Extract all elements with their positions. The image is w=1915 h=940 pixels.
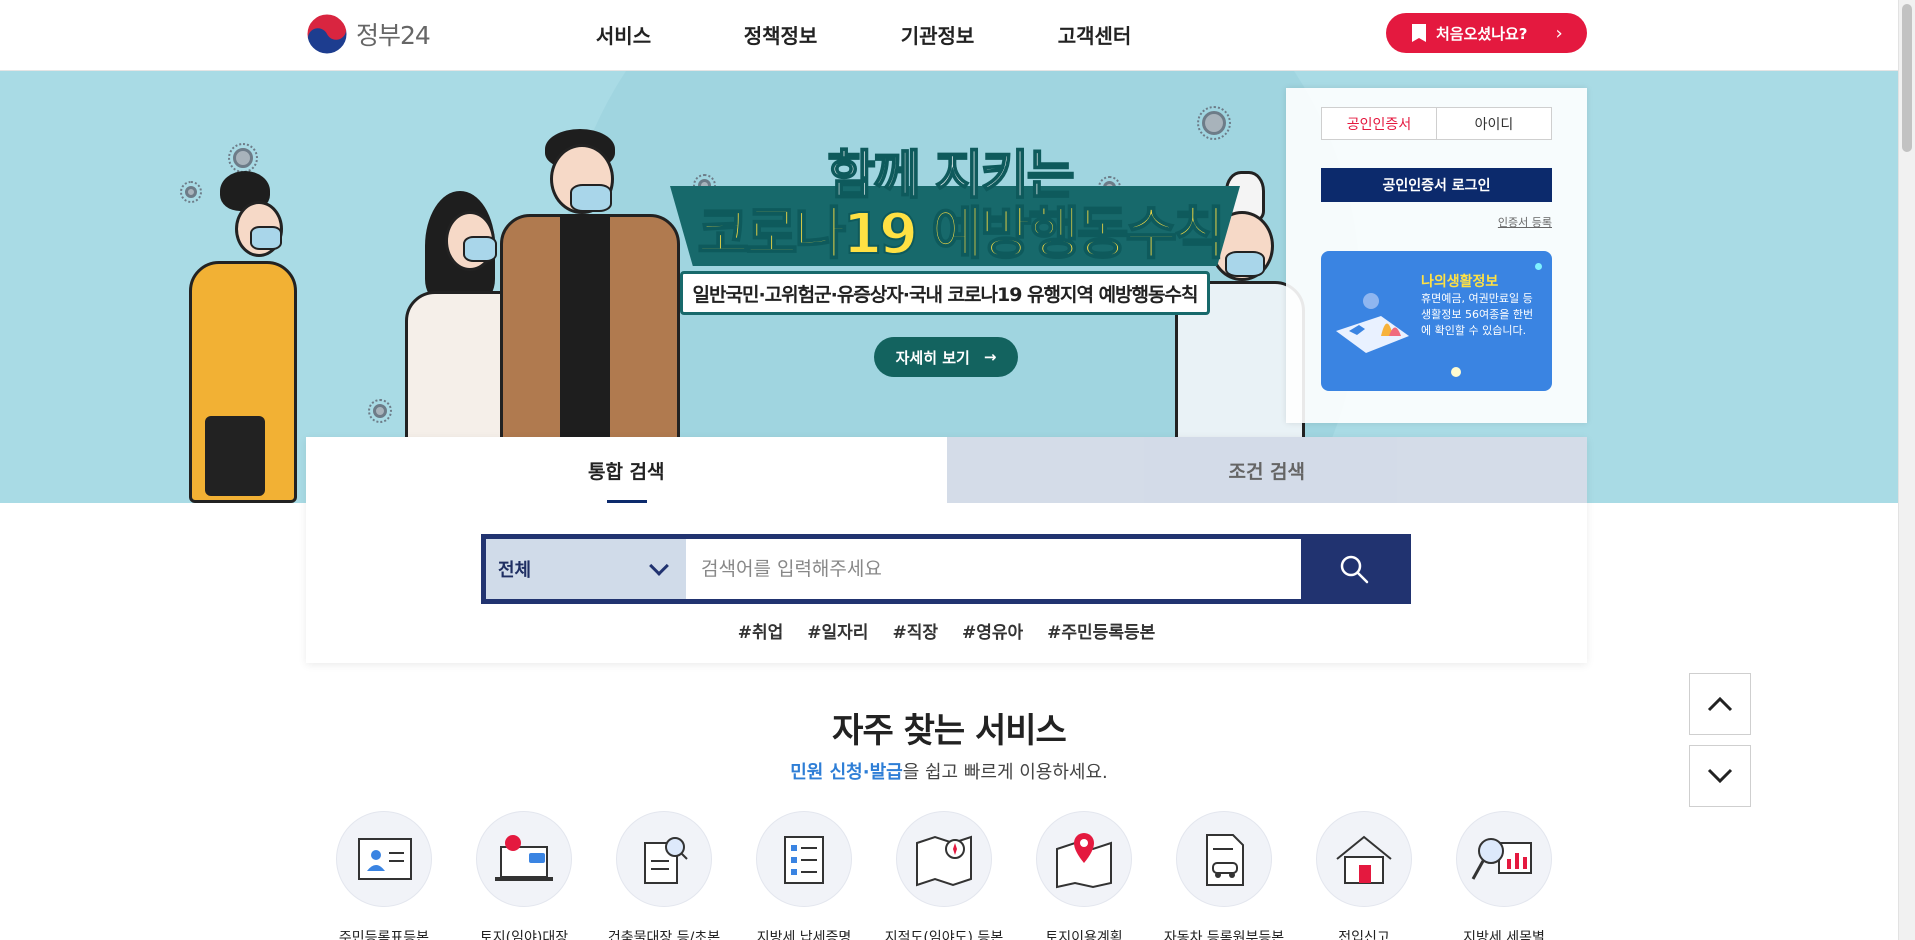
- tag-link[interactable]: #취업: [738, 618, 784, 643]
- arrow-right-icon: →: [983, 348, 997, 366]
- search-tabs: 통합 검색 조건 검색: [306, 437, 1587, 503]
- sparkle-icon: [1535, 263, 1542, 270]
- life-info-text: 휴면예금, 여권만료일 등 생활정보 56여종을 한번에 확인할 수 있습니다.: [1421, 292, 1534, 337]
- bookmark-icon: [1412, 24, 1426, 42]
- magnifier-chart-icon: [1456, 811, 1552, 907]
- tag-link[interactable]: #영유아: [962, 618, 1023, 643]
- hero-detail-label: 자세히 보기: [895, 348, 970, 367]
- service-item[interactable]: 전입신고: [1316, 811, 1412, 940]
- life-info-title: 나의생활정보: [1421, 274, 1499, 290]
- service-label: 전입신고: [1338, 930, 1390, 940]
- section-subtitle-rest: 을 쉽고 빠르게 이용하세요.: [902, 762, 1108, 783]
- service-item[interactable]: 주민등록표등본: [336, 811, 432, 940]
- tab-conditional-search[interactable]: 조건 검색: [946, 437, 1587, 503]
- car-document-icon: [1176, 811, 1272, 907]
- virus-icon: [228, 143, 258, 173]
- popular-tags: #취업 #일자리 #직장 #영유아 #주민등록등본: [306, 618, 1587, 643]
- search-input[interactable]: [686, 539, 1301, 599]
- laptop-map-pin-icon: [476, 811, 572, 907]
- service-item[interactable]: 토지이용계획: [1036, 811, 1132, 940]
- carousel-dot[interactable]: [1451, 367, 1461, 377]
- search-card: 통합 검색 조건 검색 전체 #취업 #일자리 #직장 #영유아: [306, 437, 1587, 663]
- tab-id[interactable]: 아이디: [1437, 108, 1551, 139]
- service-label: 자동차 등록원부등본: [1163, 930, 1285, 940]
- first-visit-label: 처음오셨나요?: [1436, 24, 1528, 43]
- certificate-login-button[interactable]: 공인인증서 로그인: [1321, 168, 1552, 202]
- page: 정부24 서비스 정책정보 기관정보 고객센터 처음오셨나요? › 함께 지키는…: [0, 0, 1915, 940]
- scrollbar-thumb[interactable]: [1902, 4, 1912, 152]
- hero-title-line2: 코로나19 예방행동수칙: [696, 201, 1226, 268]
- service-item[interactable]: 지적도(임야도) 등본: [885, 811, 1003, 940]
- search-box: 전체: [481, 534, 1411, 604]
- tag-link[interactable]: #일자리: [807, 618, 868, 643]
- service-item[interactable]: 건축물대장 등/초본: [608, 811, 720, 940]
- document-search-icon: [616, 811, 712, 907]
- nav-item-agency[interactable]: 기관정보: [859, 20, 1016, 49]
- search-icon: [1340, 555, 1368, 584]
- service-label: 건축물대장 등/초본: [607, 930, 721, 940]
- first-visit-button[interactable]: 처음오셨나요? ›: [1386, 13, 1587, 53]
- search-category-value: 전체: [498, 560, 532, 581]
- chevron-down-icon: [649, 556, 669, 576]
- service-item[interactable]: 자동차 등록원부등본: [1164, 811, 1284, 940]
- site-header: 정부24 서비스 정책정보 기관정보 고객센터 처음오셨나요? ›: [0, 0, 1898, 71]
- virus-icon: [368, 399, 392, 423]
- login-panel: 공인인증서 아이디 공인인증서 로그인 인증서 등록 나의생활정보 휴면예금, …: [1286, 88, 1587, 423]
- house-icon: [1316, 811, 1412, 907]
- service-item[interactable]: 지방세 세목별: [1456, 811, 1552, 940]
- section-subtitle-highlight: 민원 신청·발급: [790, 762, 903, 783]
- login-tabs: 공인인증서 아이디: [1321, 107, 1552, 140]
- tag-link[interactable]: #주민등록등본: [1047, 618, 1155, 643]
- main-nav: 서비스 정책정보 기관정보 고객센터: [545, 20, 1173, 49]
- tab-certificate[interactable]: 공인인증서: [1322, 108, 1437, 139]
- logo[interactable]: 정부24: [306, 13, 431, 55]
- service-label: 토지이용계획: [1045, 930, 1123, 940]
- hero-subtitle: 일반국민·고위험군·유증상자·국내 코로나19 유행지역 예방행동수칙: [680, 271, 1210, 315]
- nav-item-policy[interactable]: 정책정보: [702, 20, 859, 49]
- map-compass-icon: [896, 811, 992, 907]
- service-item[interactable]: 토지(임야)대장: [476, 811, 572, 940]
- page-scrollbar[interactable]: [1898, 0, 1915, 940]
- tab-integrated-search[interactable]: 통합 검색: [306, 437, 947, 503]
- search-button[interactable]: [1301, 539, 1406, 599]
- cert-register-link[interactable]: 인증서 등록: [1498, 214, 1552, 230]
- search-category-select[interactable]: 전체: [486, 539, 686, 599]
- section-title: 자주 찾는 서비스: [832, 711, 1067, 751]
- service-list: 주민등록표등본 토지(임야)대장 건축물대장 등/초본 지방세 납세증명 지적도…: [336, 811, 1552, 940]
- nav-item-support[interactable]: 고객센터: [1016, 20, 1173, 49]
- service-item[interactable]: 지방세 납세증명: [756, 811, 852, 940]
- chevron-right-icon: ›: [1555, 22, 1563, 44]
- service-label: 지방세 세목별: [1463, 930, 1545, 940]
- section-subtitle: 민원 신청·발급을 쉽고 빠르게 이용하세요.: [0, 758, 1898, 784]
- tag-link[interactable]: #직장: [892, 618, 938, 643]
- taegeuk-logo-icon: [306, 13, 348, 55]
- service-label: 토지(임야)대장: [479, 930, 569, 940]
- map-pin-icon: [1036, 811, 1132, 907]
- person-illustration-left: [185, 171, 305, 503]
- hero-detail-button[interactable]: 자세히 보기 →: [874, 337, 1018, 377]
- virus-icon: [1197, 106, 1231, 140]
- nav-item-services[interactable]: 서비스: [545, 20, 702, 49]
- service-label: 주민등록표등본: [338, 930, 430, 940]
- tab-conditional-search-label: 조건 검색: [1228, 460, 1306, 483]
- logo-text: 정부24: [356, 21, 431, 50]
- service-label: 지방세 납세증명: [756, 930, 852, 940]
- id-card-icon: [336, 811, 432, 907]
- phone-chart-icon: [1336, 293, 1409, 353]
- life-info-card[interactable]: 나의생활정보 휴면예금, 여권만료일 등 생활정보 56여종을 한번에 확인할 …: [1321, 251, 1552, 391]
- service-label: 지적도(임야도) 등본: [884, 930, 1004, 940]
- tab-integrated-search-label: 통합 검색: [587, 460, 665, 483]
- checklist-icon: [756, 811, 852, 907]
